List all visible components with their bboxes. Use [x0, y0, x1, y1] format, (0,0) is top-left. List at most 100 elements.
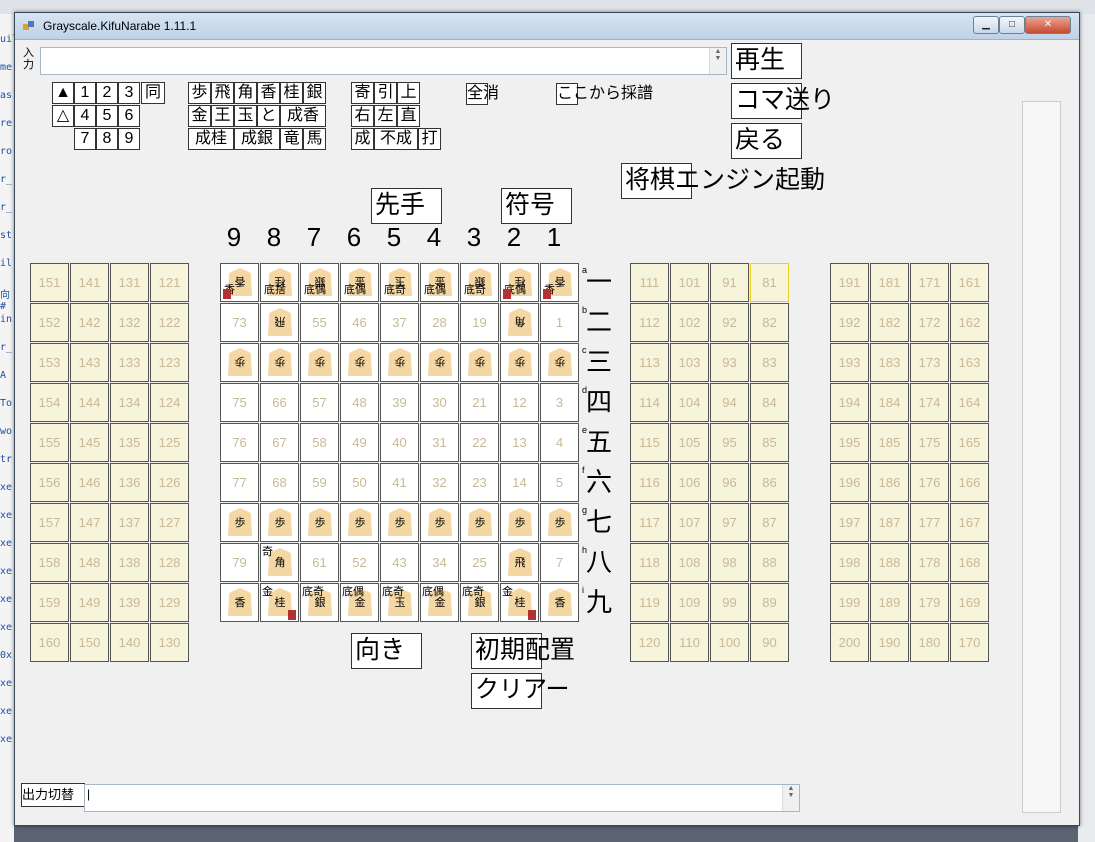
sente-pawn-piece[interactable]: 歩 — [428, 508, 452, 536]
komadai-cell-right[interactable]: 98 — [710, 543, 749, 582]
clear-all-button[interactable]: 全消 — [466, 83, 499, 105]
board-square[interactable]: 50 — [340, 463, 379, 502]
komadai-cell-far-right[interactable]: 197 — [830, 503, 869, 542]
sente-button[interactable]: 先手 — [371, 188, 442, 224]
komadai-cell-far-right[interactable]: 194 — [830, 383, 869, 422]
board-square[interactable]: 66 — [260, 383, 299, 422]
komadai-cell-left[interactable]: 147 — [70, 503, 109, 542]
board-square[interactable]: 57 — [300, 383, 339, 422]
sente-piece[interactable]: 香 — [548, 588, 572, 616]
komadai-cell-far-right[interactable]: 177 — [910, 503, 949, 542]
gote-pawn-piece[interactable]: 歩 — [308, 348, 332, 376]
board-square[interactable]: 14 — [500, 463, 539, 502]
keypad-piece-馬[interactable]: 馬 — [303, 128, 326, 150]
komadai-cell-far-right[interactable]: 185 — [870, 423, 909, 462]
komadai-cell-left[interactable]: 141 — [70, 263, 109, 302]
komadai-cell-right[interactable]: 92 — [710, 303, 749, 342]
komadai-cell-right[interactable]: 108 — [670, 543, 709, 582]
board-square[interactable]: 5 — [540, 463, 579, 502]
komadai-cell-far-right[interactable]: 183 — [870, 343, 909, 382]
back-button[interactable]: 戻る — [731, 123, 802, 159]
komadai-cell-right[interactable]: 115 — [630, 423, 669, 462]
komadai-cell-left[interactable]: 160 — [30, 623, 69, 662]
keypad-move-寄[interactable]: 寄 — [351, 82, 374, 104]
komadai-cell-far-right[interactable]: 174 — [910, 383, 949, 422]
komadai-cell-far-right[interactable]: 169 — [950, 583, 989, 622]
komadai-cell-far-right[interactable]: 193 — [830, 343, 869, 382]
board-square[interactable]: 31 — [420, 423, 459, 462]
board-square[interactable]: 43 — [380, 543, 419, 582]
board-square[interactable]: 49 — [340, 423, 379, 462]
komadai-cell-right[interactable]: 81 — [750, 263, 789, 302]
output-toggle-button[interactable]: 出力切替 — [21, 783, 85, 807]
gote-bishop-piece[interactable]: 角 — [508, 308, 532, 336]
komadai-cell-left[interactable]: 133 — [110, 343, 149, 382]
komadai-cell-far-right[interactable]: 179 — [910, 583, 949, 622]
keypad-piece-成香[interactable]: 成香 — [280, 105, 326, 127]
board-square[interactable]: 48 — [340, 383, 379, 422]
direction-button[interactable]: 向き — [351, 633, 422, 669]
komadai-cell-far-right[interactable]: 198 — [830, 543, 869, 582]
komadai-cell-far-right[interactable]: 165 — [950, 423, 989, 462]
komadai-cell-right[interactable]: 97 — [710, 503, 749, 542]
komadai-cell-far-right[interactable]: 188 — [870, 543, 909, 582]
komadai-cell-far-right[interactable]: 168 — [950, 543, 989, 582]
board-square[interactable]: 73 — [220, 303, 259, 342]
board-square[interactable]: 4 — [540, 423, 579, 462]
keypad-move-不成[interactable]: 不成 — [374, 128, 418, 150]
komadai-cell-right[interactable]: 105 — [670, 423, 709, 462]
board-square[interactable]: 67 — [260, 423, 299, 462]
komadai-cell-right[interactable]: 83 — [750, 343, 789, 382]
komadai-cell-left[interactable]: 154 — [30, 383, 69, 422]
board-square[interactable]: 21 — [460, 383, 499, 422]
engine-start-button[interactable]: 将棋エンジン起動 — [621, 163, 825, 199]
keypad-piece-角[interactable]: 角 — [234, 82, 257, 104]
komadai-cell-left[interactable]: 129 — [150, 583, 189, 622]
gote-pawn-piece[interactable]: 歩 — [268, 348, 292, 376]
komadai-cell-far-right[interactable]: 176 — [910, 463, 949, 502]
komadai-cell-left[interactable]: 124 — [150, 383, 189, 422]
board-square[interactable]: 25 — [460, 543, 499, 582]
board-square[interactable]: 40 — [380, 423, 419, 462]
close-button[interactable]: ✕ — [1025, 16, 1071, 34]
komadai-cell-right[interactable]: 103 — [670, 343, 709, 382]
komadai-cell-left[interactable]: 145 — [70, 423, 109, 462]
keypad-piece-金[interactable]: 金 — [188, 105, 211, 127]
sente-pawn-piece[interactable]: 歩 — [308, 508, 332, 536]
komadai-cell-left[interactable]: 149 — [70, 583, 109, 622]
gote-pawn-piece[interactable]: 歩 — [388, 348, 412, 376]
komadai-cell-left[interactable]: 127 — [150, 503, 189, 542]
komadai-cell-right[interactable]: 100 — [710, 623, 749, 662]
komadai-cell-left[interactable]: 148 — [70, 543, 109, 582]
komadai-cell-right[interactable]: 90 — [750, 623, 789, 662]
record-from-here-button[interactable]: ここから採譜 — [556, 83, 653, 105]
board-square[interactable]: 30 — [420, 383, 459, 422]
komadai-cell-far-right[interactable]: 172 — [910, 303, 949, 342]
komadai-cell-right[interactable]: 113 — [630, 343, 669, 382]
komadai-cell-left[interactable]: 140 — [110, 623, 149, 662]
komadai-cell-far-right[interactable]: 167 — [950, 503, 989, 542]
komadai-cell-left[interactable]: 123 — [150, 343, 189, 382]
komadai-cell-left[interactable]: 156 — [30, 463, 69, 502]
board-square[interactable]: 34 — [420, 543, 459, 582]
board-square[interactable]: 7 — [540, 543, 579, 582]
keypad-piece-桂[interactable]: 桂 — [280, 82, 303, 104]
board-square[interactable]: 77 — [220, 463, 259, 502]
komadai-cell-far-right[interactable]: 166 — [950, 463, 989, 502]
board-square[interactable]: 19 — [460, 303, 499, 342]
komadai-cell-right[interactable]: 91 — [710, 263, 749, 302]
komadai-cell-far-right[interactable]: 171 — [910, 263, 949, 302]
board-square[interactable]: 28 — [420, 303, 459, 342]
komadai-cell-left[interactable]: 125 — [150, 423, 189, 462]
komadai-cell-right[interactable]: 110 — [670, 623, 709, 662]
komadai-cell-far-right[interactable]: 186 — [870, 463, 909, 502]
komadai-cell-right[interactable]: 94 — [710, 383, 749, 422]
board-square[interactable]: 79 — [220, 543, 259, 582]
maximize-button[interactable]: □ — [999, 16, 1025, 34]
board-square[interactable]: 75 — [220, 383, 259, 422]
sente-pawn-piece[interactable]: 歩 — [548, 508, 572, 536]
komadai-cell-left[interactable]: 155 — [30, 423, 69, 462]
board-square[interactable]: 39 — [380, 383, 419, 422]
komadai-cell-far-right[interactable]: 187 — [870, 503, 909, 542]
komadai-cell-far-right[interactable]: 191 — [830, 263, 869, 302]
